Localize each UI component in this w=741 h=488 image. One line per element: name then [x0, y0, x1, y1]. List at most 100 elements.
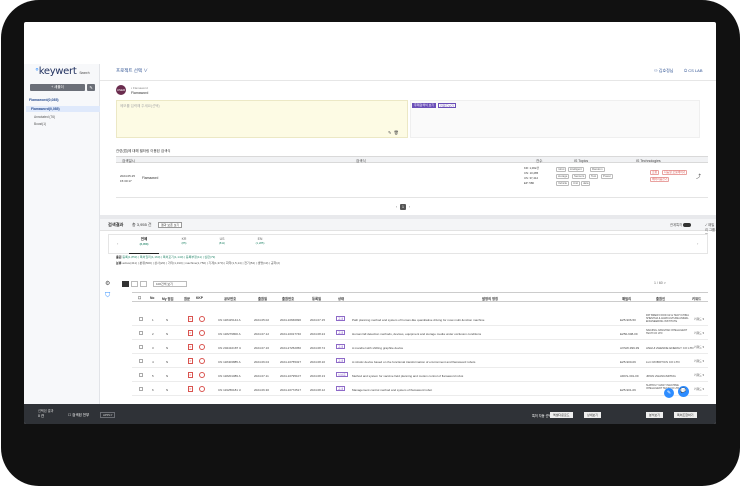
tabs-prev-icon[interactable]: ‹ — [117, 241, 118, 246]
pdf-icon[interactable]: P — [188, 386, 193, 392]
tab-us[interactable]: US (811) — [207, 237, 237, 245]
row-checkbox[interactable] — [139, 317, 143, 321]
card-view-button[interactable] — [140, 281, 147, 287]
query-row[interactable]: 2024.05.25 15:30:17 Flamaword KR: 1,062건… — [116, 164, 708, 198]
row-title[interactable]: Path planning method and system of human… — [352, 318, 484, 322]
topic-chip[interactable]: Test — [589, 174, 599, 179]
logout-link[interactable]: ⏻ CS LAB — [684, 68, 703, 73]
edit-icon[interactable]: ✎ — [388, 130, 391, 135]
tech-chip[interactable]: 로봇 — [650, 170, 660, 175]
topic-chip[interactable]: Sensors — [572, 174, 587, 179]
tech-chip[interactable]: 배터리충전기 — [650, 177, 670, 182]
kkp-icon[interactable] — [199, 344, 205, 350]
keyword-view-button[interactable]: 키워드보기 — [438, 103, 456, 108]
status-filter[interactable]: 출원 등록(1,853) | 특허권리(1,160) | 특허포기(1,140)… — [116, 255, 215, 259]
keyword-select[interactable]: 키워드 ▾ — [694, 345, 704, 349]
per-page-select[interactable]: 100건씩 보기 — [153, 281, 187, 287]
row-checkbox[interactable] — [139, 345, 143, 349]
tab-kr[interactable]: KR (85) — [169, 237, 199, 245]
filter-funnel-icon[interactable]: ⛉ — [105, 292, 110, 300]
grid-view-button[interactable] — [131, 281, 138, 287]
tech-chip[interactable]: 지능형 로봇제어기 — [662, 170, 688, 175]
topic-chip[interactable]: intelligent — [568, 167, 584, 172]
pdf-icon[interactable]: P — [188, 344, 193, 350]
folder-item[interactable]: Annotated (76) — [34, 115, 55, 119]
toggle-switch[interactable] — [683, 223, 692, 228]
row-pubno[interactable]: CN 118403885 A — [218, 360, 241, 364]
row-checkbox[interactable] — [139, 359, 143, 363]
trash-icon[interactable]: 🗑 — [394, 130, 399, 135]
share-icon[interactable]: ⤴ — [696, 173, 701, 180]
keyword-select[interactable]: 키워드 ▾ — [694, 359, 704, 363]
excel-download-button[interactable]: 엑셀다운로드 — [550, 412, 573, 418]
select-all-checkbox[interactable]: ☐ 검색된 전부 — [68, 413, 89, 418]
combine-button[interactable]: 특허조합하기 — [674, 412, 697, 418]
row-checkbox[interactable] — [139, 373, 143, 377]
kkp-icon[interactable] — [199, 386, 205, 392]
kkp-icon[interactable] — [199, 372, 205, 378]
row-title[interactable]: Human fall detection methods, devices, e… — [352, 332, 481, 336]
analysis-button[interactable]: 분석보기 — [646, 412, 664, 418]
list-view-button[interactable] — [122, 281, 129, 287]
keyword-select[interactable]: 키워드 ▾ — [694, 387, 704, 391]
table-row[interactable]: 4 N P CN 118403885 A 2024.06.04 2024-107… — [132, 355, 708, 368]
topic-chip[interactable]: robot — [556, 167, 567, 172]
floating-chat-button[interactable]: 💬 — [678, 386, 689, 397]
col-checkbox[interactable]: ☐ — [138, 296, 141, 300]
table-row[interactable]: 1 N P CN 118415144 A 2024.05.02 2024-106… — [132, 313, 708, 326]
folder-tree-root[interactable]: Flamaword(0,085) — [29, 98, 59, 102]
row-pubno[interactable]: CN 118279800 A — [218, 332, 241, 336]
memo-input[interactable]: 메모를 입력해 주세요(선택) — [116, 100, 408, 138]
pdf-icon[interactable]: P — [188, 372, 193, 378]
sidebar-edit-button[interactable]: ✎ — [87, 84, 95, 91]
topic-chip[interactable]: Vehicle — [556, 181, 570, 186]
folder-tree-selected[interactable]: Flamaword(0,085) — [26, 106, 100, 112]
row-checkbox[interactable] — [139, 387, 143, 391]
kkp-icon[interactable] — [199, 330, 205, 336]
related-patent-toggle[interactable]: 관계특허 — [670, 222, 692, 228]
new-folder-button[interactable]: + 새폴더 — [30, 84, 85, 91]
keyword-select[interactable]: 키워드 ▾ — [694, 331, 704, 335]
page-current[interactable]: 1 — [400, 204, 406, 210]
keyword-select[interactable]: 키워드 ▾ — [694, 373, 704, 377]
pdf-icon[interactable]: P — [188, 358, 193, 364]
tabs-next-icon[interactable]: › — [697, 241, 698, 246]
results-save-button[interactable]: 결과 보존 보기 — [158, 221, 183, 228]
folder-item[interactable]: Boost(1) — [34, 122, 46, 126]
floating-note-button[interactable]: ✎ — [664, 388, 674, 398]
topic-chip[interactable]: data — [581, 181, 591, 186]
results-pager[interactable]: 1 / 60 > — [654, 281, 666, 285]
app-logo[interactable]: °keywert Search — [35, 66, 90, 77]
row-pubno[interactable]: CN 119256181 U — [218, 388, 241, 392]
table-row[interactable]: 3 N P CN 202410187 U 2024.07.16 2024-272… — [132, 341, 708, 354]
row-pubno[interactable]: CN 118415144 A — [218, 318, 241, 322]
row-title[interactable]: Management control method and system of … — [352, 388, 432, 392]
user-menu[interactable]: ⚇ 김호정님 — [654, 68, 673, 74]
row-title[interactable]: Method and system for vaccine field plan… — [352, 374, 463, 378]
table-row[interactable]: 2 N P CN 118279800 A 2024.07.12 2024-100… — [132, 327, 708, 340]
kkp-icon[interactable] — [199, 358, 205, 364]
table-row[interactable]: 6 N P CN 119256181 U 2024.06.30 2024-107… — [132, 383, 708, 396]
tab-en[interactable]: EN (1,285) — [245, 237, 275, 245]
row-pubno[interactable]: CN 202410187 U — [218, 346, 241, 350]
topic-chip[interactable]: Unit — [571, 181, 580, 186]
table-row[interactable]: 5 N P CN 118201089 A 2024.07.11 2024-107… — [132, 369, 708, 382]
tab-all[interactable]: 전체 (2,453) — [129, 237, 159, 246]
topic-query-button[interactable]: 주제검색식 보기 — [412, 103, 437, 108]
row-title[interactable]: A mandrel with shifting graphite device — [352, 346, 403, 350]
keyword-select[interactable]: 키워드 ▾ — [694, 317, 704, 321]
kkp-icon[interactable] — [199, 316, 205, 322]
apply-button[interactable]: APPLY — [100, 412, 116, 418]
topic-chip[interactable]: Power — [601, 174, 613, 179]
detail-view-button[interactable]: 상세보기 — [584, 412, 602, 418]
topic-chip[interactable]: Random — [590, 167, 605, 172]
row-pubno[interactable]: CN 118201089 A — [218, 374, 241, 378]
row-title[interactable]: A robotic device based on the functional… — [352, 360, 475, 364]
pdf-icon[interactable]: P — [188, 316, 193, 322]
row-checkbox[interactable] — [139, 331, 143, 335]
topic-chip[interactable]: storage — [556, 174, 570, 179]
next-icon[interactable]: › — [409, 205, 410, 209]
pdf-icon[interactable]: P — [188, 330, 193, 336]
prev-icon[interactable]: ‹ — [396, 205, 397, 209]
category-filter[interactable]: 분류 active(411) | 분류(500) | 상사(20) | 기타(1… — [116, 261, 280, 265]
